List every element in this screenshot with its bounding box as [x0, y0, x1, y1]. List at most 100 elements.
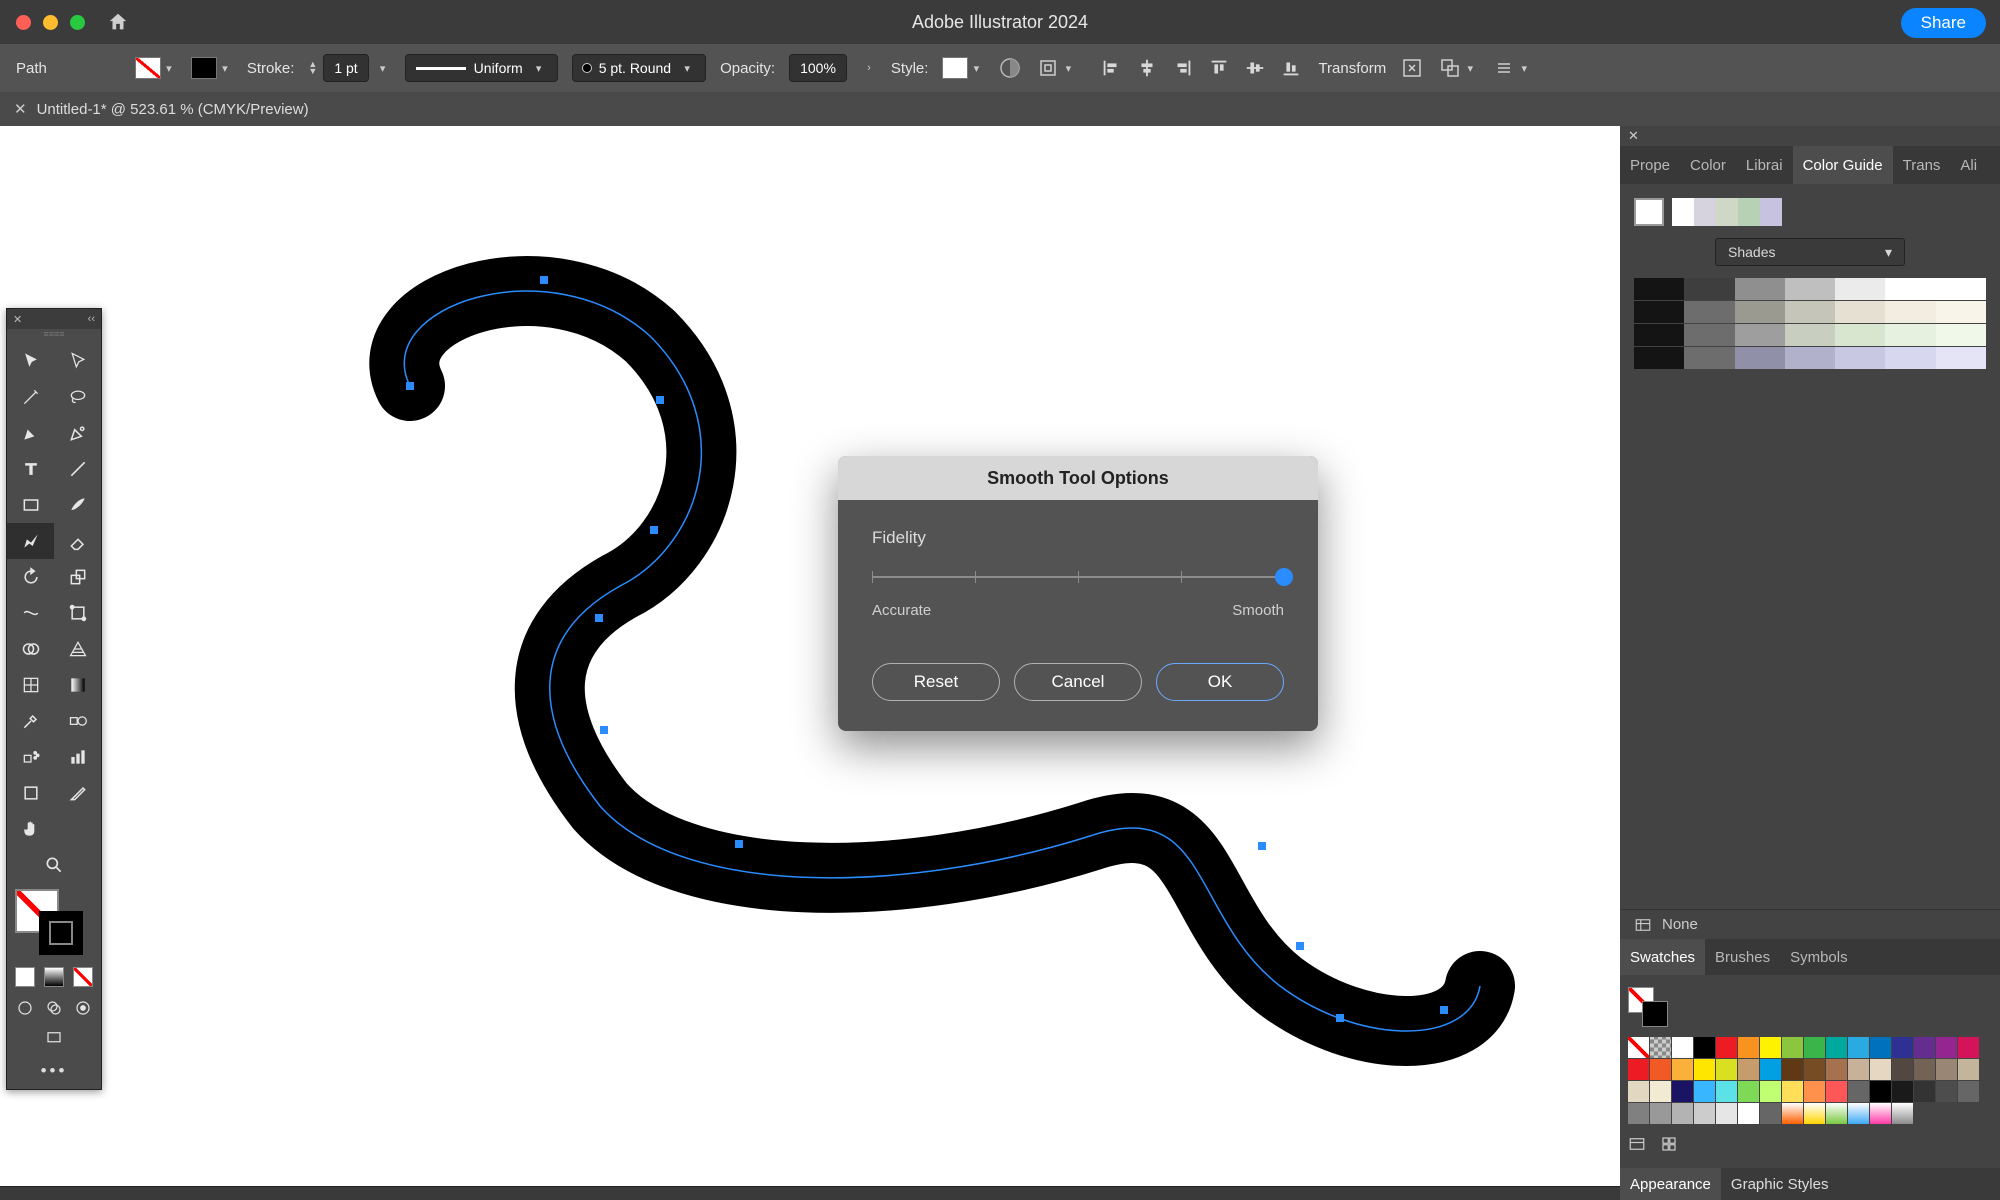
- reset-button[interactable]: Reset: [872, 663, 1000, 701]
- align-bottom-icon[interactable]: [1278, 55, 1304, 81]
- gradient-mode-icon[interactable]: [44, 967, 64, 987]
- tab-symbols[interactable]: Symbols: [1780, 949, 1858, 966]
- align-hcenter-icon[interactable]: [1134, 55, 1160, 81]
- smooth-tool-icon[interactable]: [7, 523, 54, 559]
- gradient-tool-icon[interactable]: [54, 667, 101, 703]
- opacity-value[interactable]: 100%: [789, 54, 847, 82]
- tab-properties[interactable]: Prope: [1620, 157, 1680, 174]
- align-right-icon[interactable]: [1170, 55, 1196, 81]
- none-mode-icon[interactable]: [73, 967, 93, 987]
- fill-swatch[interactable]: ▾: [135, 57, 177, 79]
- pen-tool-icon[interactable]: [7, 415, 54, 451]
- align-top-icon[interactable]: [1206, 55, 1232, 81]
- magic-wand-tool-icon[interactable]: [7, 379, 54, 415]
- home-icon[interactable]: [107, 11, 129, 33]
- zoom-tool-icon[interactable]: [7, 847, 101, 883]
- opacity-arrow-icon[interactable]: ›: [861, 57, 877, 79]
- width-tool-icon[interactable]: [7, 595, 54, 631]
- swatch-fill-stroke[interactable]: [1628, 987, 1668, 1027]
- base-color-swatch[interactable]: [1634, 198, 1664, 226]
- eraser-tool-icon[interactable]: [54, 523, 101, 559]
- drawing-mode-normal-icon[interactable]: [16, 999, 34, 1017]
- symbol-sprayer-tool-icon[interactable]: [7, 739, 54, 775]
- tab-color[interactable]: Color: [1680, 157, 1736, 174]
- smooth-tool-options-dialog: Smooth Tool Options Fidelity Accurate Sm…: [838, 456, 1318, 731]
- align-vcenter-icon[interactable]: [1242, 55, 1268, 81]
- tab-libraries[interactable]: Librai: [1736, 157, 1793, 174]
- free-transform-tool-icon[interactable]: [54, 595, 101, 631]
- type-tool-icon[interactable]: [7, 451, 54, 487]
- minimize-window-icon[interactable]: [43, 15, 58, 30]
- shape-builder-tool-icon[interactable]: [7, 631, 54, 667]
- panel-collapse-icon[interactable]: ‹‹: [88, 313, 95, 325]
- swatch-options-icon[interactable]: [1660, 1135, 1678, 1153]
- status-bar: [0, 1186, 1620, 1200]
- brush-definition[interactable]: 5 pt. Round▾: [572, 54, 706, 82]
- artboard[interactable]: Smooth Tool Options Fidelity Accurate Sm…: [0, 126, 1620, 1186]
- align-to-selection-icon[interactable]: ▾: [1036, 56, 1076, 80]
- graph-tool-icon[interactable]: [54, 739, 101, 775]
- color-guide-none-row[interactable]: None: [1620, 909, 2000, 939]
- slice-tool-icon[interactable]: [54, 775, 101, 811]
- transform-link[interactable]: Transform: [1318, 60, 1386, 77]
- fill-stroke-indicator[interactable]: [7, 883, 101, 961]
- tab-graphic-styles[interactable]: Graphic Styles: [1721, 1176, 1839, 1193]
- mesh-tool-icon[interactable]: [7, 667, 54, 703]
- tab-close-icon[interactable]: ✕: [14, 100, 27, 118]
- more-options-icon[interactable]: ▾: [1492, 56, 1532, 80]
- stroke-swatch[interactable]: ▾: [191, 57, 233, 79]
- tools-panel[interactable]: ✕‹‹ ≡≡≡≡: [6, 308, 102, 1090]
- swatch-grid[interactable]: [1628, 1037, 1992, 1124]
- blend-tool-icon[interactable]: [54, 703, 101, 739]
- screen-mode-icon[interactable]: [45, 1029, 63, 1047]
- perspective-tool-icon[interactable]: [54, 631, 101, 667]
- shape-builder-icon[interactable]: ▾: [1438, 56, 1478, 80]
- isolate-icon[interactable]: [1400, 56, 1424, 80]
- stroke-weight[interactable]: ▲▼ 1 pt ▾: [308, 54, 390, 82]
- artboard-tool-icon[interactable]: [7, 775, 54, 811]
- line-tool-icon[interactable]: [54, 451, 101, 487]
- tab-color-guide[interactable]: Color Guide: [1793, 146, 1893, 184]
- drawing-mode-behind-icon[interactable]: [45, 999, 63, 1017]
- harmony-strip[interactable]: [1672, 198, 1782, 226]
- variable-width-profile[interactable]: Uniform▾: [405, 54, 558, 82]
- swatch-libraries-icon[interactable]: [1628, 1135, 1646, 1153]
- rotate-tool-icon[interactable]: [7, 559, 54, 595]
- share-button[interactable]: Share: [1901, 8, 1986, 38]
- tab-swatches[interactable]: Swatches: [1620, 939, 1705, 975]
- right-panel-stack: ✕ Prope Color Librai Color Guide Trans A…: [1620, 126, 2000, 1200]
- tab-brushes[interactable]: Brushes: [1705, 949, 1780, 966]
- rectangle-tool-icon[interactable]: [7, 487, 54, 523]
- paintbrush-tool-icon[interactable]: [54, 487, 101, 523]
- close-window-icon[interactable]: [16, 15, 31, 30]
- eyedropper-tool-icon[interactable]: [7, 703, 54, 739]
- curvature-tool-icon[interactable]: [54, 415, 101, 451]
- tab-transform[interactable]: Trans: [1893, 157, 1951, 174]
- fullscreen-window-icon[interactable]: [70, 15, 85, 30]
- drawing-mode-inside-icon[interactable]: [74, 999, 92, 1017]
- shades-select[interactable]: Shades▾: [1715, 238, 1905, 266]
- lasso-tool-icon[interactable]: [54, 379, 101, 415]
- slider-thumb[interactable]: [1275, 568, 1293, 586]
- graphic-style-swatch[interactable]: ▾: [942, 57, 984, 79]
- document-tab-bar: ✕ Untitled-1* @ 523.61 % (CMYK/Preview): [0, 92, 2000, 126]
- fidelity-slider[interactable]: [872, 566, 1284, 590]
- artwork-path[interactable]: [0, 126, 1620, 1186]
- color-mode-icon[interactable]: [15, 967, 35, 987]
- scale-tool-icon[interactable]: [54, 559, 101, 595]
- selection-tool-icon[interactable]: [7, 343, 54, 379]
- tab-align[interactable]: Ali: [1950, 157, 1987, 174]
- recolor-artwork-icon[interactable]: [998, 56, 1022, 80]
- edit-toolbar-icon[interactable]: •••: [7, 1053, 101, 1089]
- document-tab[interactable]: Untitled-1* @ 523.61 % (CMYK/Preview): [37, 101, 309, 118]
- ok-button[interactable]: OK: [1156, 663, 1284, 701]
- hand-tool-icon[interactable]: [7, 811, 54, 847]
- align-left-icon[interactable]: [1098, 55, 1124, 81]
- cancel-button[interactable]: Cancel: [1014, 663, 1142, 701]
- direct-selection-tool-icon[interactable]: [54, 343, 101, 379]
- stroke-label: Stroke:: [247, 60, 295, 77]
- tab-appearance[interactable]: Appearance: [1620, 1168, 1721, 1200]
- panel-close-icon[interactable]: ✕: [13, 313, 22, 326]
- fill-mode-row: [7, 961, 101, 993]
- panel-group-close-icon[interactable]: ✕: [1628, 128, 1639, 144]
